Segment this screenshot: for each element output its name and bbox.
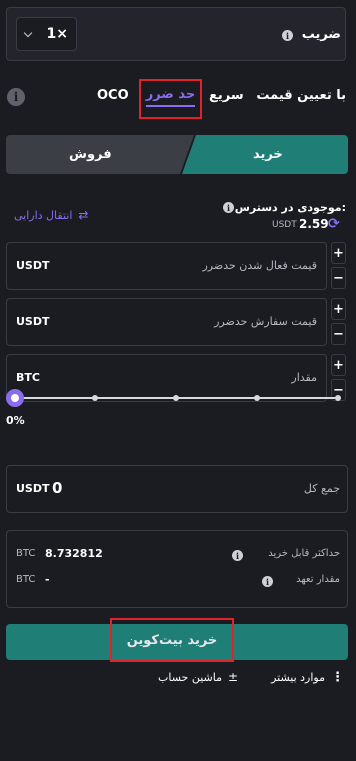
submit-highlight: خرید بیت‌کوین <box>110 618 234 662</box>
order-price-increment[interactable]: + <box>331 298 346 320</box>
order-summary <box>6 530 348 608</box>
commitment-unit: BTC <box>16 574 36 585</box>
balance-label: موجودی در دسترس: <box>234 201 346 214</box>
more-vertical-icon: ⋮ <box>331 670 344 685</box>
total-unit: USDT <box>16 482 50 495</box>
chevron-down-icon <box>23 28 33 37</box>
slider-step[interactable] <box>92 395 98 401</box>
side-toggle: فروش خرید <box>6 135 348 174</box>
plus-minus-icon: ± <box>227 670 239 684</box>
commitment-value: - <box>45 573 50 586</box>
stop-price-unit: USDT <box>16 259 50 272</box>
info-icon[interactable]: i <box>262 576 273 587</box>
percent-slider[interactable] <box>6 388 346 408</box>
commitment-label: مقدار تعهد <box>296 574 340 585</box>
slider-step[interactable] <box>173 395 179 401</box>
info-icon[interactable]: i <box>282 30 293 41</box>
more-label: موارد بیشتر <box>271 671 325 684</box>
more-options[interactable]: موارد بیشتر ⋮ <box>271 670 344 685</box>
calculator-label: ماشین حساب <box>158 670 222 684</box>
side-toggle-shapes <box>6 135 348 174</box>
tab-oco[interactable]: OCO <box>97 88 129 103</box>
calculator-link[interactable]: ماشین حساب ± <box>158 670 238 684</box>
info-icon[interactable]: i <box>223 202 234 213</box>
max-buy-unit: BTC <box>16 548 36 559</box>
multiplier-value: 1× <box>46 26 68 42</box>
refresh-icon[interactable]: ⟳ <box>328 216 340 232</box>
tab-stop-loss-label: حد ضرر <box>145 87 196 107</box>
order-price-decrement[interactable]: − <box>331 323 346 345</box>
stop-price-label: قیمت فعال شدن حدضرر <box>202 259 317 272</box>
stop-price-increment[interactable]: + <box>331 242 346 264</box>
amount-increment[interactable]: + <box>331 354 346 376</box>
total-value: 0 <box>52 479 63 497</box>
total-label: جمع کل <box>303 482 340 495</box>
buy-submit-label: خرید بیت‌کوین <box>126 632 218 648</box>
swap-arrows-icon: ⇄ <box>78 208 89 222</box>
transfer-asset-link[interactable]: انتقال دارایی ⇄ <box>14 208 88 222</box>
balance-amount: 2.59 <box>299 217 329 231</box>
multiplier-select[interactable]: 1× <box>16 17 77 51</box>
info-icon[interactable]: i <box>232 550 243 561</box>
slider-step[interactable] <box>254 395 260 401</box>
tab-limit[interactable]: با تعیین قیمت <box>256 88 346 103</box>
multiplier-label: ضریب <box>301 27 341 42</box>
order-price-unit: USDT <box>16 315 50 328</box>
amount-unit: BTC <box>16 371 40 384</box>
info-icon[interactable]: i <box>7 88 25 106</box>
balance-unit: USDT <box>272 220 297 230</box>
tab-stop-loss[interactable]: حد ضرر <box>139 79 202 119</box>
buy-tab[interactable]: خرید <box>253 147 283 162</box>
slider-handle[interactable] <box>6 389 24 407</box>
slider-percent: 0% <box>6 414 25 427</box>
tab-market[interactable]: سریع <box>209 88 244 103</box>
slider-step[interactable] <box>335 395 341 401</box>
amount-label: مقدار <box>291 371 317 384</box>
max-buy-value: 8.732812 <box>45 547 103 560</box>
transfer-label: انتقال دارایی <box>14 208 73 222</box>
stop-price-decrement[interactable]: − <box>331 267 346 289</box>
order-price-label: قیمت سفارش حدضرر <box>214 315 317 328</box>
sell-tab[interactable]: فروش <box>69 147 112 162</box>
max-buy-label: حداکثر قابل خرید <box>268 548 340 559</box>
